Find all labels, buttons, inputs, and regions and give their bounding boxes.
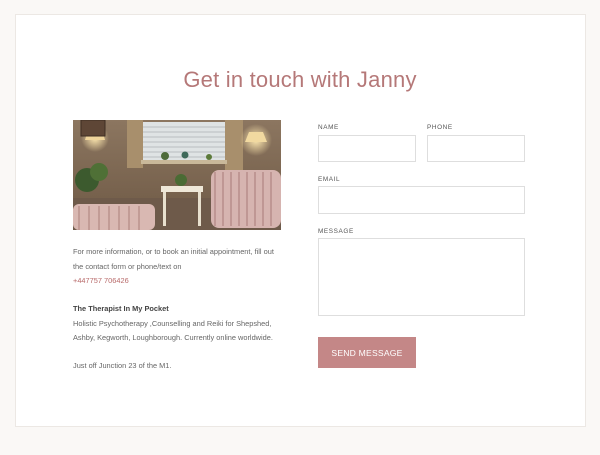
intro-copy: For more information, or to book an init… — [73, 247, 274, 271]
email-input[interactable] — [318, 186, 525, 214]
message-textarea[interactable] — [318, 238, 525, 316]
message-label: MESSAGE — [318, 228, 354, 235]
phone-input[interactable] — [427, 135, 525, 162]
business-description: Holistic Psychotherapy ,Counselling and … — [73, 318, 273, 343]
location-note: Just off Junction 23 of the M1. — [73, 361, 172, 370]
intro-text: For more information, or to book an init… — [73, 245, 283, 289]
send-message-button[interactable]: SEND MESSAGE — [318, 337, 416, 368]
room-image — [73, 120, 281, 230]
business-name: The Therapist In My Pocket — [73, 304, 169, 313]
email-label: EMAIL — [318, 176, 341, 183]
business-info: The Therapist In My Pocket Holistic Psyc… — [73, 302, 283, 346]
phone-link[interactable]: +447757 706426 — [73, 274, 283, 289]
therapy-room-photo — [73, 120, 281, 230]
name-label: NAME — [318, 124, 339, 131]
phone-label: PHONE — [427, 124, 453, 131]
page-title: Get in touch with Janny — [183, 67, 417, 92]
name-input[interactable] — [318, 135, 416, 162]
